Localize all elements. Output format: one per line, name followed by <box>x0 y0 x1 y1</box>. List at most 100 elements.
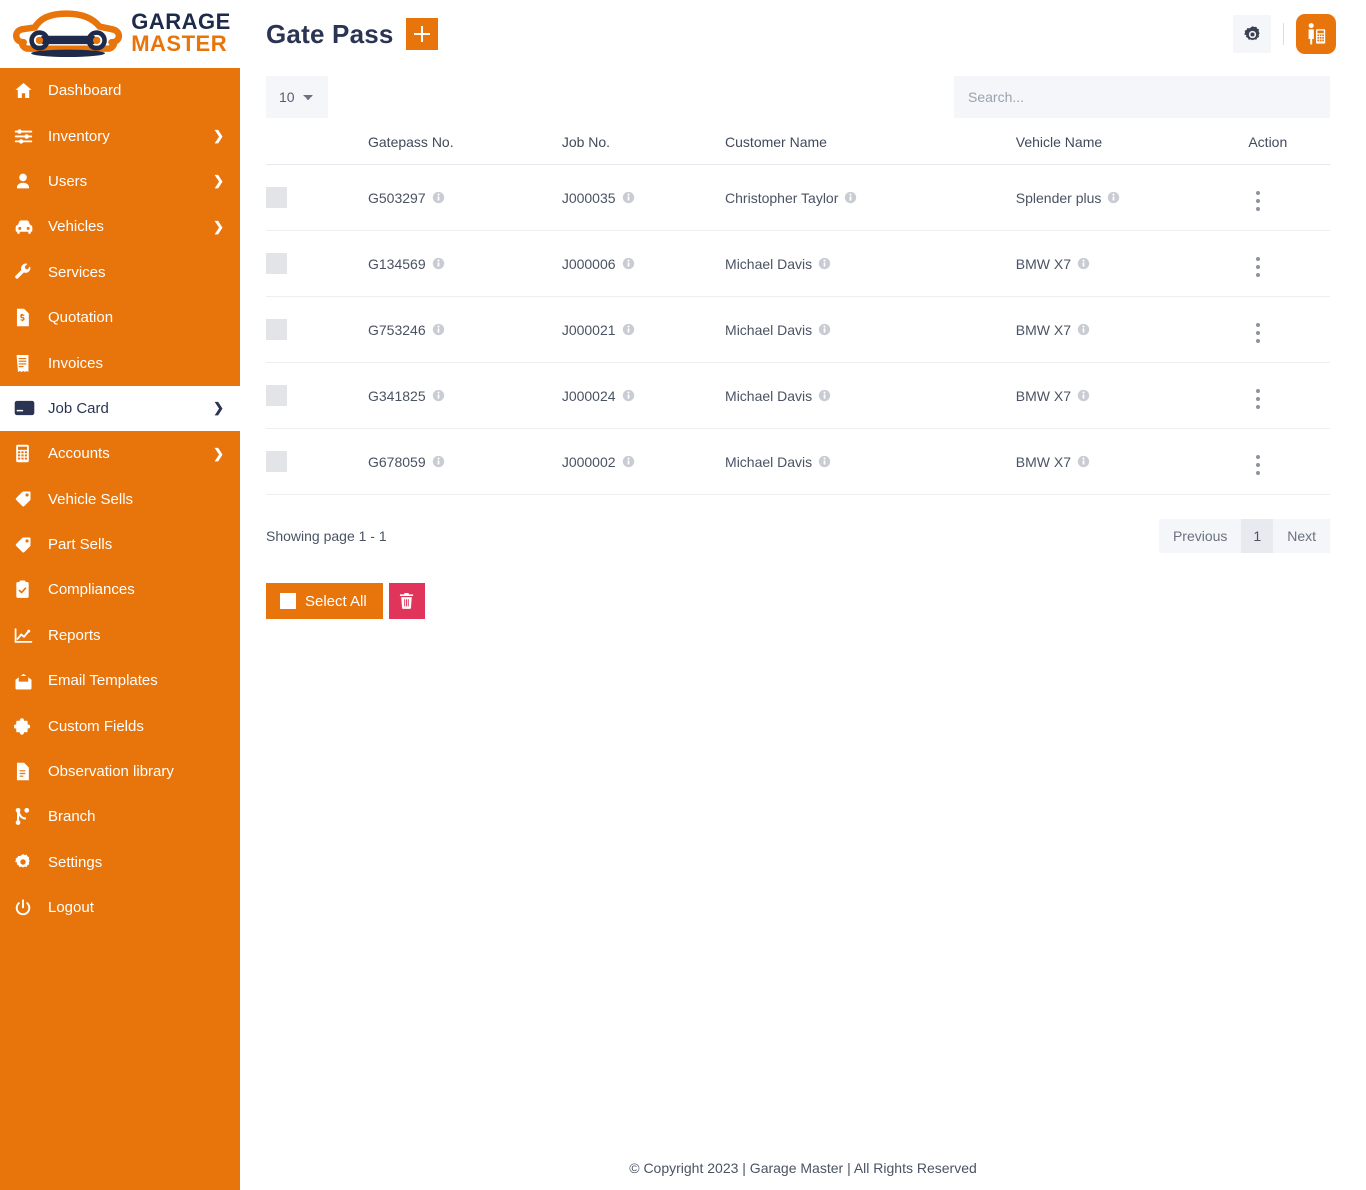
previous-page-button[interactable]: Previous <box>1159 519 1241 553</box>
info-icon[interactable] <box>622 191 635 204</box>
sidebar-item-users[interactable]: Users❯ <box>0 159 240 204</box>
sidebar-item-label: Settings <box>48 854 102 871</box>
gatepass-no-text: G341825 <box>368 388 426 404</box>
info-icon[interactable] <box>818 323 831 336</box>
customer-name-text: Michael Davis <box>725 454 812 470</box>
vehicle-name-text: BMW X7 <box>1016 256 1071 272</box>
cell-inline: BMW X7 <box>1016 454 1090 470</box>
sidebar-item-inventory[interactable]: Inventory❯ <box>0 113 240 158</box>
sidebar-item-part-sells[interactable]: Part Sells <box>0 522 240 567</box>
cell-inline: Christopher Taylor <box>725 190 857 206</box>
sidebar-item-job-card[interactable]: Job Card❯ <box>0 386 240 431</box>
branch-icon <box>14 807 40 827</box>
info-icon[interactable] <box>432 257 445 270</box>
cell-vehicle-name: BMW X7 <box>1016 231 1249 297</box>
sidebar-item-invoices[interactable]: Invoices <box>0 340 240 385</box>
info-icon[interactable] <box>432 323 445 336</box>
settings-button[interactable] <box>1233 15 1271 53</box>
sidebar-item-vehicle-sells[interactable]: Vehicle Sells <box>0 477 240 522</box>
info-icon[interactable] <box>432 389 445 402</box>
page-number-button[interactable]: 1 <box>1241 519 1273 553</box>
select-all-checkbox[interactable] <box>280 593 296 609</box>
card-icon <box>14 398 40 418</box>
gatepass-no-text: G134569 <box>368 256 426 272</box>
sidebar-item-email-templates[interactable]: Email Templates <box>0 658 240 703</box>
row-checkbox[interactable] <box>266 385 287 406</box>
search-input[interactable] <box>954 76 1330 118</box>
select-all-button[interactable]: Select All <box>266 583 383 619</box>
info-icon[interactable] <box>622 455 635 468</box>
row-actions-menu-icon[interactable] <box>1248 189 1268 213</box>
cell-job-no: J000006 <box>562 231 725 297</box>
column-header-checkbox[interactable] <box>266 134 368 165</box>
info-icon[interactable] <box>818 455 831 468</box>
page-footer: © Copyright 2023 | Garage Master | All R… <box>240 1160 1366 1190</box>
sidebar-item-label: Users <box>48 173 87 190</box>
column-header-vehicle-name[interactable]: Vehicle Name <box>1016 134 1249 165</box>
table-row: G753246J000021Michael DavisBMW X7 <box>266 297 1330 363</box>
vehicle-name-text: BMW X7 <box>1016 388 1071 404</box>
sidebar-item-branch[interactable]: Branch <box>0 794 240 839</box>
sidebar-item-custom-fields[interactable]: Custom Fields <box>0 703 240 748</box>
row-checkbox[interactable] <box>266 319 287 340</box>
sidebar-item-logout[interactable]: Logout <box>0 885 240 930</box>
sidebar-item-accounts[interactable]: Accounts❯ <box>0 431 240 476</box>
info-icon[interactable] <box>1077 455 1090 468</box>
info-icon[interactable] <box>1077 389 1090 402</box>
row-checkbox[interactable] <box>266 187 287 208</box>
brand-logo[interactable]: GARAGE MASTER <box>0 0 240 68</box>
sidebar-item-services[interactable]: Services <box>0 250 240 295</box>
table-header-row: Gatepass No. Job No. Customer Name Vehic… <box>266 134 1330 165</box>
page-length-select[interactable]: 102550100 <box>266 76 328 118</box>
info-icon[interactable] <box>844 191 857 204</box>
vehicle-name-text: BMW X7 <box>1016 454 1071 470</box>
row-checkbox[interactable] <box>266 253 287 274</box>
row-actions-menu-icon[interactable] <box>1248 387 1268 411</box>
table-footer: Showing page 1 - 1 Previous 1 Next <box>266 519 1330 553</box>
info-icon[interactable] <box>1077 323 1090 336</box>
cell-job-no: J000002 <box>562 429 725 495</box>
topbar: Gate Pass <box>240 0 1366 68</box>
sidebar-item-dashboard[interactable]: Dashboard <box>0 68 240 113</box>
cell-inline: J000021 <box>562 322 635 338</box>
column-header-action[interactable]: Action <box>1248 134 1330 165</box>
info-icon[interactable] <box>1107 191 1120 204</box>
row-checkbox[interactable] <box>266 451 287 472</box>
sidebar-item-settings[interactable]: Settings <box>0 840 240 885</box>
add-gate-pass-button[interactable] <box>406 18 438 50</box>
info-icon[interactable] <box>818 257 831 270</box>
sidebar-item-quotation[interactable]: Quotation <box>0 295 240 340</box>
sidebar-item-reports[interactable]: Reports <box>0 613 240 658</box>
row-actions-menu-icon[interactable] <box>1248 321 1268 345</box>
info-icon[interactable] <box>622 257 635 270</box>
info-icon[interactable] <box>622 389 635 402</box>
info-icon[interactable] <box>432 455 445 468</box>
info-icon[interactable] <box>818 389 831 402</box>
table-row: G678059J000002Michael DavisBMW X7 <box>266 429 1330 495</box>
column-header-job-no[interactable]: Job No. <box>562 134 725 165</box>
info-icon[interactable] <box>1077 257 1090 270</box>
cell-action <box>1248 231 1330 297</box>
cell-inline: J000035 <box>562 190 635 206</box>
sidebar-item-observation-library[interactable]: Observation library <box>0 749 240 794</box>
cell-inline: Michael Davis <box>725 388 831 404</box>
cell-inline: J000006 <box>562 256 635 272</box>
sidebar-item-compliances[interactable]: Compliances <box>0 567 240 612</box>
cell-gatepass-no: G134569 <box>368 231 562 297</box>
cell-customer-name: Michael Davis <box>725 363 1016 429</box>
chevron-right-icon: ❯ <box>213 400 224 416</box>
job-no-text: J000024 <box>562 388 616 404</box>
cell-inline: BMW X7 <box>1016 388 1090 404</box>
sidebar-item-vehicles[interactable]: Vehicles❯ <box>0 204 240 249</box>
cell-action <box>1248 297 1330 363</box>
column-header-customer-name[interactable]: Customer Name <box>725 134 1016 165</box>
profile-button[interactable] <box>1296 14 1336 54</box>
info-icon[interactable] <box>432 191 445 204</box>
column-header-gatepass-no[interactable]: Gatepass No. <box>368 134 562 165</box>
info-icon[interactable] <box>622 323 635 336</box>
next-page-button[interactable]: Next <box>1273 519 1330 553</box>
delete-selected-button[interactable] <box>389 583 425 619</box>
cell-inline: G134569 <box>368 256 445 272</box>
row-actions-menu-icon[interactable] <box>1248 255 1268 279</box>
row-actions-menu-icon[interactable] <box>1248 453 1268 477</box>
